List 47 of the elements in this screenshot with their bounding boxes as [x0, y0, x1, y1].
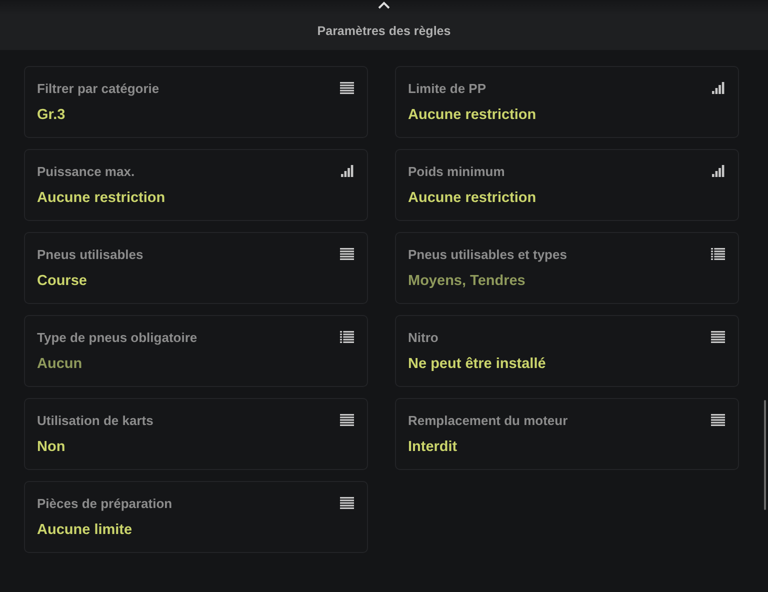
setting-label: Pneus utilisables et types [408, 246, 567, 262]
menu-icon [711, 331, 725, 343]
menu-icon [711, 414, 725, 426]
setting-value: Aucun [37, 356, 82, 372]
setting-card[interactable]: Pneus utilisables et types Moyens, Tendres [395, 232, 739, 304]
setting-card[interactable]: Remplacement du moteur Interdit [395, 398, 739, 470]
setting-label: Puissance max. [37, 164, 135, 178]
setting-value: Aucune restriction [408, 107, 536, 123]
setting-label: Nitro [408, 330, 438, 344]
setting-value: Aucune restriction [37, 190, 166, 206]
setting-card[interactable]: Pneus utilisables Course [24, 232, 368, 304]
setting-label: Pneus utilisables [37, 246, 144, 262]
setting-value: Non [37, 439, 66, 455]
setting-label: Utilisation de karts [37, 412, 154, 428]
setting-label: Limite de PP [408, 80, 486, 96]
menu-icon [340, 414, 354, 426]
menu-icon [340, 82, 354, 94]
setting-label: Remplacement du moteur [408, 412, 568, 428]
setting-card[interactable]: Filtrer par catégorie Gr.3 [24, 66, 368, 138]
setting-value: Gr.3 [37, 107, 66, 123]
list-icon [711, 248, 725, 260]
setting-value: Aucune limite [37, 522, 132, 538]
setting-card[interactable]: Pièces de préparation Aucune limite [24, 481, 368, 553]
signal-bars-icon [712, 82, 725, 94]
setting-label: Poids minimum [408, 164, 505, 178]
chevron-up-icon [378, 1, 390, 9]
scrollbar[interactable] [764, 400, 766, 510]
list-icon [340, 331, 354, 343]
setting-card[interactable]: Utilisation de karts Non [24, 398, 368, 470]
setting-value: Ne peut être installé [408, 356, 546, 372]
signal-bars-icon [341, 165, 354, 177]
menu-icon [340, 497, 354, 509]
setting-card[interactable]: Poids minimum Aucune restriction [395, 149, 739, 221]
setting-card[interactable]: Puissance max. Aucune restriction [24, 149, 368, 221]
menu-icon [340, 248, 354, 260]
setting-label: Pièces de préparation [37, 496, 172, 510]
setting-value: Aucune restriction [408, 190, 536, 206]
setting-label: Type de pneus obligatoire [37, 330, 198, 344]
section-title: Paramètres des règles [317, 24, 451, 38]
setting-value: Interdit [408, 439, 458, 455]
setting-card[interactable]: Type de pneus obligatoire Aucun [24, 315, 368, 387]
setting-card[interactable]: Nitro Ne peut être installé [395, 315, 739, 387]
setting-value: Moyens, Tendres [408, 273, 526, 289]
setting-label: Filtrer par catégorie [37, 80, 160, 96]
signal-bars-icon [712, 165, 725, 177]
setting-value: Course [37, 273, 87, 289]
setting-card[interactable]: Limite de PP Aucune restriction [395, 66, 739, 138]
